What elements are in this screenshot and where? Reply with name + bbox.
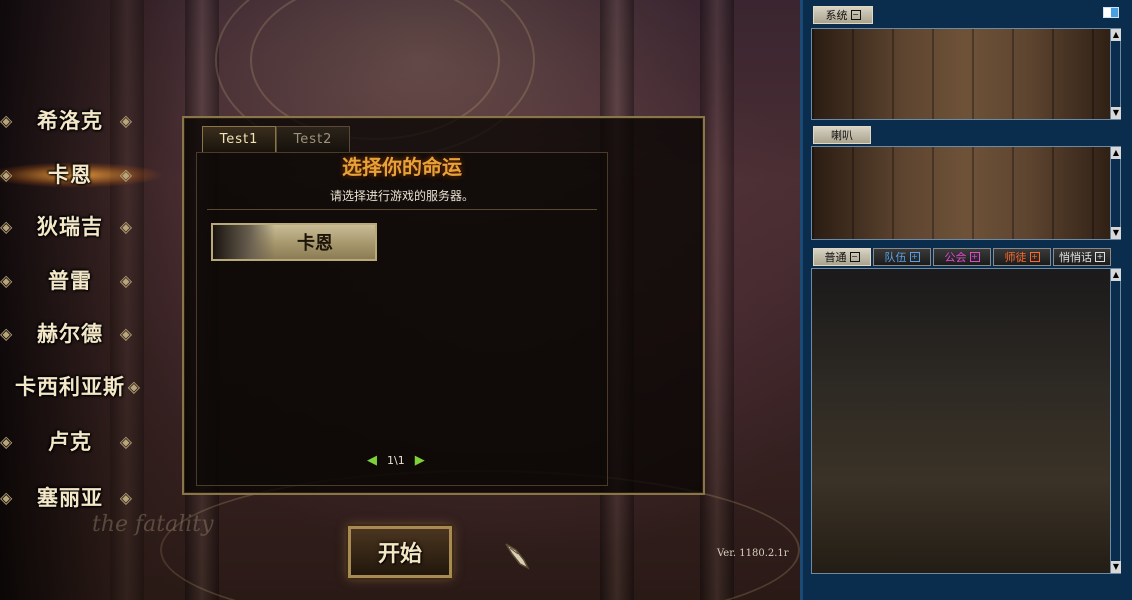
character-item-0[interactable]: ◈ 希洛克 ◈ bbox=[0, 100, 140, 140]
character-label: 赫尔德 bbox=[37, 321, 103, 346]
character-item-2[interactable]: ◈ 狄瑞吉 ◈ bbox=[0, 206, 140, 246]
ornament-icon: ◈ bbox=[119, 216, 132, 236]
tab-guild[interactable]: 公会 + bbox=[933, 248, 991, 266]
ornament-icon: ◈ bbox=[0, 487, 13, 507]
divider bbox=[207, 209, 597, 210]
horn-tab-label: 喇叭 bbox=[831, 129, 853, 142]
scrollbar[interactable]: ▲ ▼ bbox=[1110, 147, 1121, 239]
tab-whisper[interactable]: 悄悄话 + bbox=[1053, 248, 1111, 266]
tab-horn[interactable]: 喇叭 bbox=[813, 126, 871, 144]
tab-test2[interactable]: Test2 bbox=[276, 126, 350, 152]
ornament-icon: ◈ bbox=[119, 270, 132, 290]
character-item-4[interactable]: ◈ 赫尔德 ◈ bbox=[0, 313, 140, 353]
party-tab-label: 队伍 bbox=[884, 251, 907, 264]
tab-test1[interactable]: Test1 bbox=[202, 126, 276, 152]
character-label: 卡西利亚斯 bbox=[15, 374, 125, 399]
dialog-title: 选择你的命运 bbox=[342, 155, 462, 179]
ornament-icon: ◈ bbox=[0, 216, 13, 236]
chat-message-area: ▲ ▼ bbox=[811, 268, 1121, 574]
ornament-icon: ◈ bbox=[0, 323, 13, 343]
ornament-icon: ◈ bbox=[0, 270, 13, 290]
character-label: 塞丽亚 bbox=[37, 485, 103, 510]
tab-party[interactable]: 队伍 + bbox=[873, 248, 931, 266]
prev-page-icon[interactable]: ◀ bbox=[367, 453, 377, 468]
whisper-tab-label: 悄悄话 bbox=[1059, 251, 1092, 264]
server-select-dialog: Test1 Test2 选择你的命运 请选择进行游戏的服务器。 卡恩 ◀ 1\1… bbox=[182, 116, 705, 495]
next-page-icon[interactable]: ▶ bbox=[415, 453, 425, 468]
horn-message-area: ▲ ▼ bbox=[811, 146, 1121, 240]
scroll-up-icon[interactable]: ▲ bbox=[1111, 147, 1121, 159]
character-item-1[interactable]: ◈ 卡恩 ◈ bbox=[0, 154, 140, 194]
ornament-icon: ◈ bbox=[119, 110, 132, 130]
ornament-icon: ◈ bbox=[119, 323, 132, 343]
minus-icon: − bbox=[850, 10, 861, 20]
character-label: 卡恩 bbox=[48, 162, 92, 187]
start-button[interactable]: 开始 bbox=[348, 526, 452, 578]
character-label: 普雷 bbox=[48, 268, 92, 293]
system-tab-label: 系统 bbox=[825, 9, 848, 22]
scroll-up-icon[interactable]: ▲ bbox=[1111, 269, 1121, 281]
system-message-area: ▲ ▼ bbox=[811, 28, 1121, 120]
ornament-icon: ◈ bbox=[0, 110, 13, 130]
guild-tab-label: 公会 bbox=[944, 251, 967, 264]
page-indicator: 1\1 bbox=[387, 454, 405, 467]
dialog-subtitle: 请选择进行游戏的服务器。 bbox=[329, 189, 474, 203]
server-label: 卡恩 bbox=[297, 233, 333, 254]
plus-icon: + bbox=[969, 252, 980, 262]
pagination: ◀ 1\1 ▶ bbox=[367, 453, 425, 468]
character-label: 希洛克 bbox=[37, 108, 103, 133]
mentor-tab-label: 师徒 bbox=[1004, 251, 1027, 264]
character-item-3[interactable]: ◈ 普雷 ◈ bbox=[0, 260, 140, 300]
server-button[interactable]: 卡恩 bbox=[211, 223, 377, 261]
server-thumbnail bbox=[213, 225, 275, 259]
character-item-6[interactable]: ◈ 卢克 ◈ bbox=[0, 421, 140, 461]
scrollbar[interactable]: ▲ ▼ bbox=[1110, 269, 1121, 573]
start-label: 开始 bbox=[377, 541, 422, 567]
server-list-panel: 选择你的命运 请选择进行游戏的服务器。 卡恩 ◀ 1\1 ▶ bbox=[196, 152, 608, 486]
tab-normal[interactable]: 普通 − bbox=[813, 248, 871, 266]
plus-icon: + bbox=[1095, 252, 1105, 262]
ornament-icon: ◈ bbox=[119, 431, 132, 451]
plus-icon: + bbox=[909, 252, 920, 262]
plus-icon: + bbox=[1029, 252, 1040, 262]
gauntlet-cursor-icon bbox=[505, 543, 530, 570]
ornament-icon: ◈ bbox=[0, 431, 13, 451]
scrollbar[interactable]: ▲ ▼ bbox=[1110, 29, 1121, 119]
ornament-icon: ◈ bbox=[119, 164, 132, 184]
scroll-up-icon[interactable]: ▲ bbox=[1111, 29, 1121, 41]
ornament-icon: ◈ bbox=[127, 376, 140, 396]
version-label: Ver. 1180.2.1r bbox=[717, 548, 789, 559]
window-toggle-icon[interactable] bbox=[1103, 7, 1119, 18]
character-item-5[interactable]: 卡西利亚斯 ◈ bbox=[0, 366, 140, 406]
tab-system[interactable]: 系统 − bbox=[813, 6, 873, 24]
scroll-down-icon[interactable]: ▼ bbox=[1111, 561, 1121, 573]
character-label: 卢克 bbox=[48, 429, 92, 454]
minus-icon: − bbox=[849, 252, 860, 262]
chat-panel: 系统 − ▲ ▼ 喇叭 ▲ ▼ 普通 − 队伍 + 公会 + 师徒 + 悄悄话 … bbox=[800, 0, 1132, 600]
ornament-icon: ◈ bbox=[119, 487, 132, 507]
character-item-7[interactable]: ◈ 塞丽亚 ◈ bbox=[0, 477, 140, 517]
tab-mentor[interactable]: 师徒 + bbox=[993, 248, 1051, 266]
ornament-icon: ◈ bbox=[0, 164, 13, 184]
scroll-down-icon[interactable]: ▼ bbox=[1111, 227, 1121, 239]
normal-tab-label: 普通 bbox=[824, 251, 847, 264]
character-label: 狄瑞吉 bbox=[37, 214, 103, 239]
scroll-down-icon[interactable]: ▼ bbox=[1111, 107, 1121, 119]
